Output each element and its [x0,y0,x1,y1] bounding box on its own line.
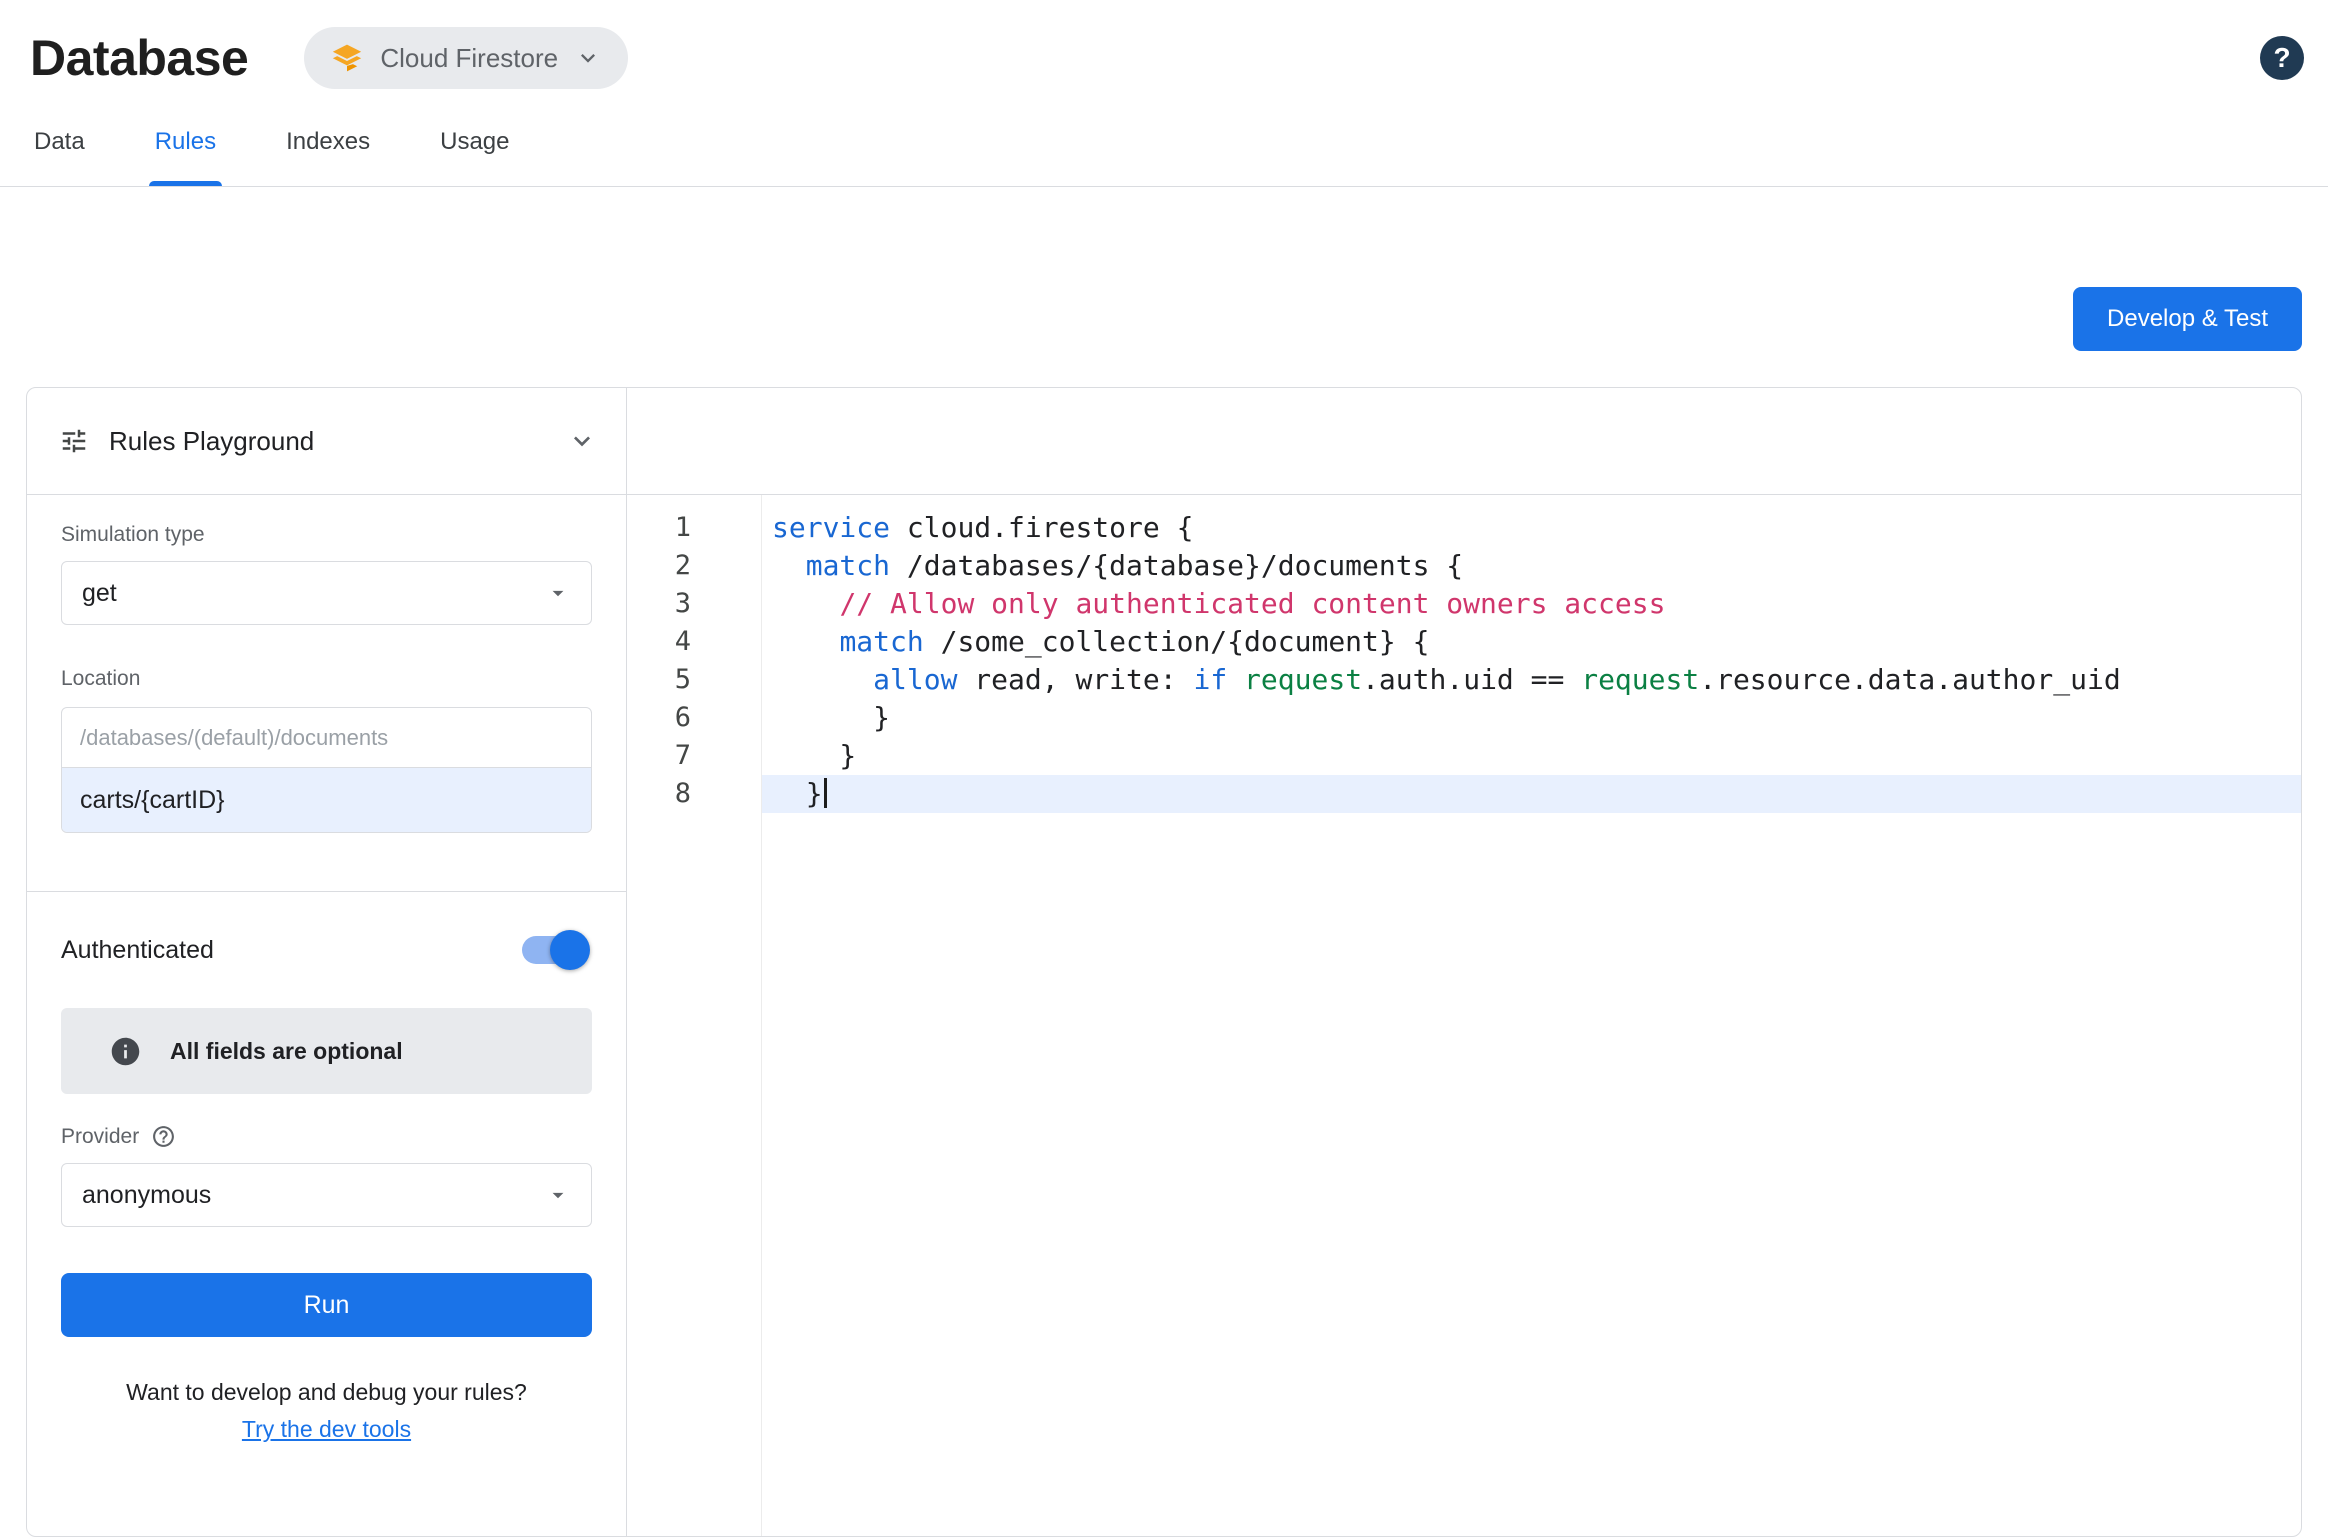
code-line-6[interactable]: } [762,699,2301,737]
code-editor[interactable]: service cloud.firestore { match /databas… [762,495,2301,1536]
code-line-8[interactable]: } [762,775,2301,813]
tab-data[interactable]: Data [30,106,89,186]
authenticated-toggle[interactable] [522,936,586,964]
optional-fields-infobox: All fields are optional [61,1008,592,1094]
help-button[interactable]: ? [2260,36,2304,80]
editor-body: 12345678 service cloud.firestore { match… [627,495,2301,1536]
playground-form: Simulation type get Location carts/{cart… [27,495,626,1443]
help-circle-icon[interactable] [151,1124,176,1149]
divider [27,891,626,892]
chevron-down-icon [574,44,602,72]
location-field-group: carts/{cartID} [61,707,592,833]
code-line-3[interactable]: // Allow only authenticated content owne… [762,585,2301,623]
tab-usage[interactable]: Usage [436,106,513,186]
simulation-type-select[interactable]: get [61,561,592,625]
run-button[interactable]: Run [61,1273,592,1337]
tab-rules[interactable]: Rules [151,106,220,186]
develop-test-button[interactable]: Develop & Test [2073,287,2302,351]
line-number: 3 [627,585,761,623]
rules-playground-header[interactable]: Rules Playground [27,388,626,495]
provider-select[interactable]: anonymous [61,1163,592,1227]
provider-value: anonymous [82,1181,211,1210]
code-line-1[interactable]: service cloud.firestore { [762,509,2301,547]
line-number: 1 [627,509,761,547]
collapse-playground-button[interactable] [566,425,598,457]
info-icon [109,1035,142,1068]
line-number: 2 [627,547,761,585]
line-number: 7 [627,737,761,775]
location-base-path-row [62,708,591,768]
chevron-down-icon [545,1182,571,1208]
tune-icon [59,426,89,456]
rules-toolbar: Develop & Test [0,187,2328,387]
simulation-type-value: get [82,579,117,608]
chevron-down-icon [545,580,571,606]
dev-tools-prompt: Want to develop and debug your rules? [61,1379,592,1406]
page-header: Database Cloud Firestore ? [0,0,2328,98]
code-line-4[interactable]: match /some_collection/{document} { [762,623,2301,661]
code-line-5[interactable]: allow read, write: if request.auth.uid =… [762,661,2301,699]
provider-label-row: Provider [61,1124,592,1149]
authenticated-row: Authenticated [61,928,592,972]
simulation-type-label: Simulation type [61,523,592,547]
code-line-7[interactable]: } [762,737,2301,775]
line-number: 8 [627,775,761,813]
authenticated-label: Authenticated [61,936,214,965]
toggle-knob [550,930,590,970]
line-number: 4 [627,623,761,661]
line-number: 5 [627,661,761,699]
rules-panel: Rules Playground Simulation type get Loc… [26,387,2302,1537]
editor-header [627,388,2301,495]
code-line-2[interactable]: match /databases/{database}/documents { [762,547,2301,585]
rules-editor: 12345678 service cloud.firestore { match… [627,388,2301,1536]
rules-playground-panel: Rules Playground Simulation type get Loc… [27,388,627,1536]
firestore-icon [330,41,364,75]
product-chip-label: Cloud Firestore [380,43,558,74]
location-path-input[interactable]: carts/{cartID} [62,768,591,832]
playground-title: Rules Playground [109,426,546,457]
optional-fields-text: All fields are optional [170,1038,403,1065]
tab-indexes[interactable]: Indexes [282,106,374,186]
page-title: Database [30,29,248,87]
line-number: 6 [627,699,761,737]
location-base-path-input[interactable] [80,725,573,751]
line-number-gutter: 12345678 [627,495,762,1536]
location-label: Location [61,667,592,691]
provider-label: Provider [61,1125,139,1149]
dev-tools-link[interactable]: Try the dev tools [242,1416,411,1442]
database-product-selector[interactable]: Cloud Firestore [304,27,628,89]
tab-bar: Data Rules Indexes Usage [0,98,2328,187]
text-cursor [824,778,827,808]
dev-tools-link-wrap: Try the dev tools [61,1416,592,1443]
